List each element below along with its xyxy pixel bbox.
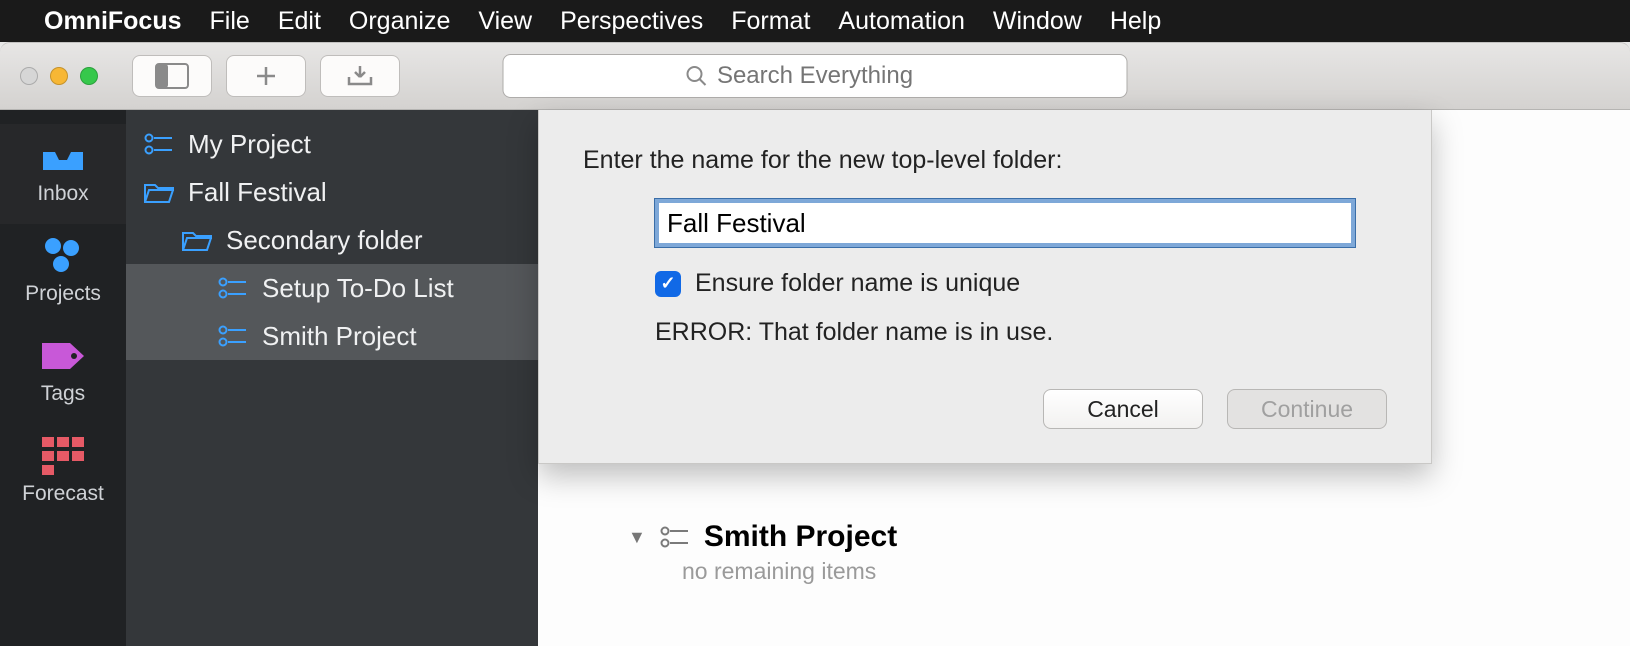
- menu-format[interactable]: Format: [731, 7, 810, 36]
- project-icon: [660, 525, 690, 549]
- cancel-button[interactable]: Cancel: [1043, 389, 1203, 429]
- window-toolbar: [0, 42, 1630, 110]
- sidebar-label: Setup To-Do List: [262, 273, 454, 304]
- menu-edit[interactable]: Edit: [278, 7, 321, 36]
- perspective-projects[interactable]: Projects: [0, 224, 126, 324]
- dialog-error-text: ERROR: That folder name is in use.: [655, 318, 1387, 347]
- sidebar-item-folder[interactable]: Fall Festival: [126, 168, 538, 216]
- perspective-bar: Inbox Projects Tags Forecast: [0, 110, 126, 646]
- menu-automation[interactable]: Automation: [838, 7, 964, 36]
- perspective-forecast[interactable]: Forecast: [0, 424, 126, 524]
- quick-entry-button[interactable]: [320, 55, 400, 97]
- folder-open-icon: [144, 180, 174, 204]
- continue-button: Continue: [1227, 389, 1387, 429]
- minimize-window-button[interactable]: [50, 67, 68, 85]
- sidebar-item-project[interactable]: Smith Project: [126, 312, 538, 360]
- project-icon: [218, 276, 248, 300]
- menu-help[interactable]: Help: [1110, 7, 1161, 36]
- menu-perspectives[interactable]: Perspectives: [560, 7, 703, 36]
- project-header-row[interactable]: ▼ Smith Project: [628, 520, 1590, 554]
- search-icon: [685, 65, 707, 87]
- checkbox-checked-icon[interactable]: ✓: [655, 271, 681, 297]
- perspective-label: Forecast: [22, 482, 104, 506]
- perspective-label: Inbox: [37, 182, 88, 206]
- add-button[interactable]: [226, 55, 306, 97]
- window-controls: [20, 67, 98, 85]
- close-window-button[interactable]: [20, 67, 38, 85]
- unique-checkbox-row[interactable]: ✓ Ensure folder name is unique: [655, 269, 1387, 298]
- forecast-icon: [40, 438, 86, 474]
- sidebar-label: Fall Festival: [188, 177, 327, 208]
- new-folder-dialog: Enter the name for the new top-level fol…: [538, 110, 1432, 464]
- menu-window[interactable]: Window: [993, 7, 1082, 36]
- app-menu[interactable]: OmniFocus: [44, 7, 182, 36]
- perspective-tags[interactable]: Tags: [0, 324, 126, 424]
- sidebar-label: Secondary folder: [226, 225, 423, 256]
- menu-organize[interactable]: Organize: [349, 7, 450, 36]
- macos-menubar: OmniFocus File Edit Organize View Perspe…: [0, 0, 1630, 42]
- sidebar-item-project[interactable]: My Project: [126, 120, 538, 168]
- toggle-sidebar-button[interactable]: [132, 55, 212, 97]
- project-title: Smith Project: [704, 520, 897, 554]
- tags-icon: [40, 338, 86, 374]
- sidebar-label: Smith Project: [262, 321, 417, 352]
- projects-icon: [40, 238, 86, 274]
- project-icon: [144, 132, 174, 156]
- perspective-inbox[interactable]: Inbox: [0, 124, 126, 224]
- menu-view[interactable]: View: [478, 7, 532, 36]
- project-subtitle: no remaining items: [682, 558, 1590, 585]
- zoom-window-button[interactable]: [80, 67, 98, 85]
- search-input[interactable]: [503, 54, 1128, 98]
- checkbox-label: Ensure folder name is unique: [695, 269, 1020, 298]
- inbox-icon: [40, 138, 86, 174]
- perspective-label: Projects: [25, 282, 101, 306]
- content-pane: ▼ Smith Project no remaining items Enter…: [538, 110, 1630, 646]
- project-icon: [218, 324, 248, 348]
- sidebar-label: My Project: [188, 129, 311, 160]
- sidebar-item-folder[interactable]: Secondary folder: [126, 216, 538, 264]
- dialog-prompt: Enter the name for the new top-level fol…: [583, 146, 1387, 175]
- sidebar-item-project[interactable]: Setup To-Do List: [126, 264, 538, 312]
- folder-open-icon: [182, 228, 212, 252]
- search-container: [503, 54, 1128, 98]
- project-sidebar: My Project Fall Festival Secondary folde…: [126, 110, 538, 646]
- disclosure-triangle-icon[interactable]: ▼: [628, 527, 646, 548]
- menu-file[interactable]: File: [210, 7, 250, 36]
- perspective-label: Tags: [41, 382, 85, 406]
- folder-name-input[interactable]: [655, 199, 1355, 247]
